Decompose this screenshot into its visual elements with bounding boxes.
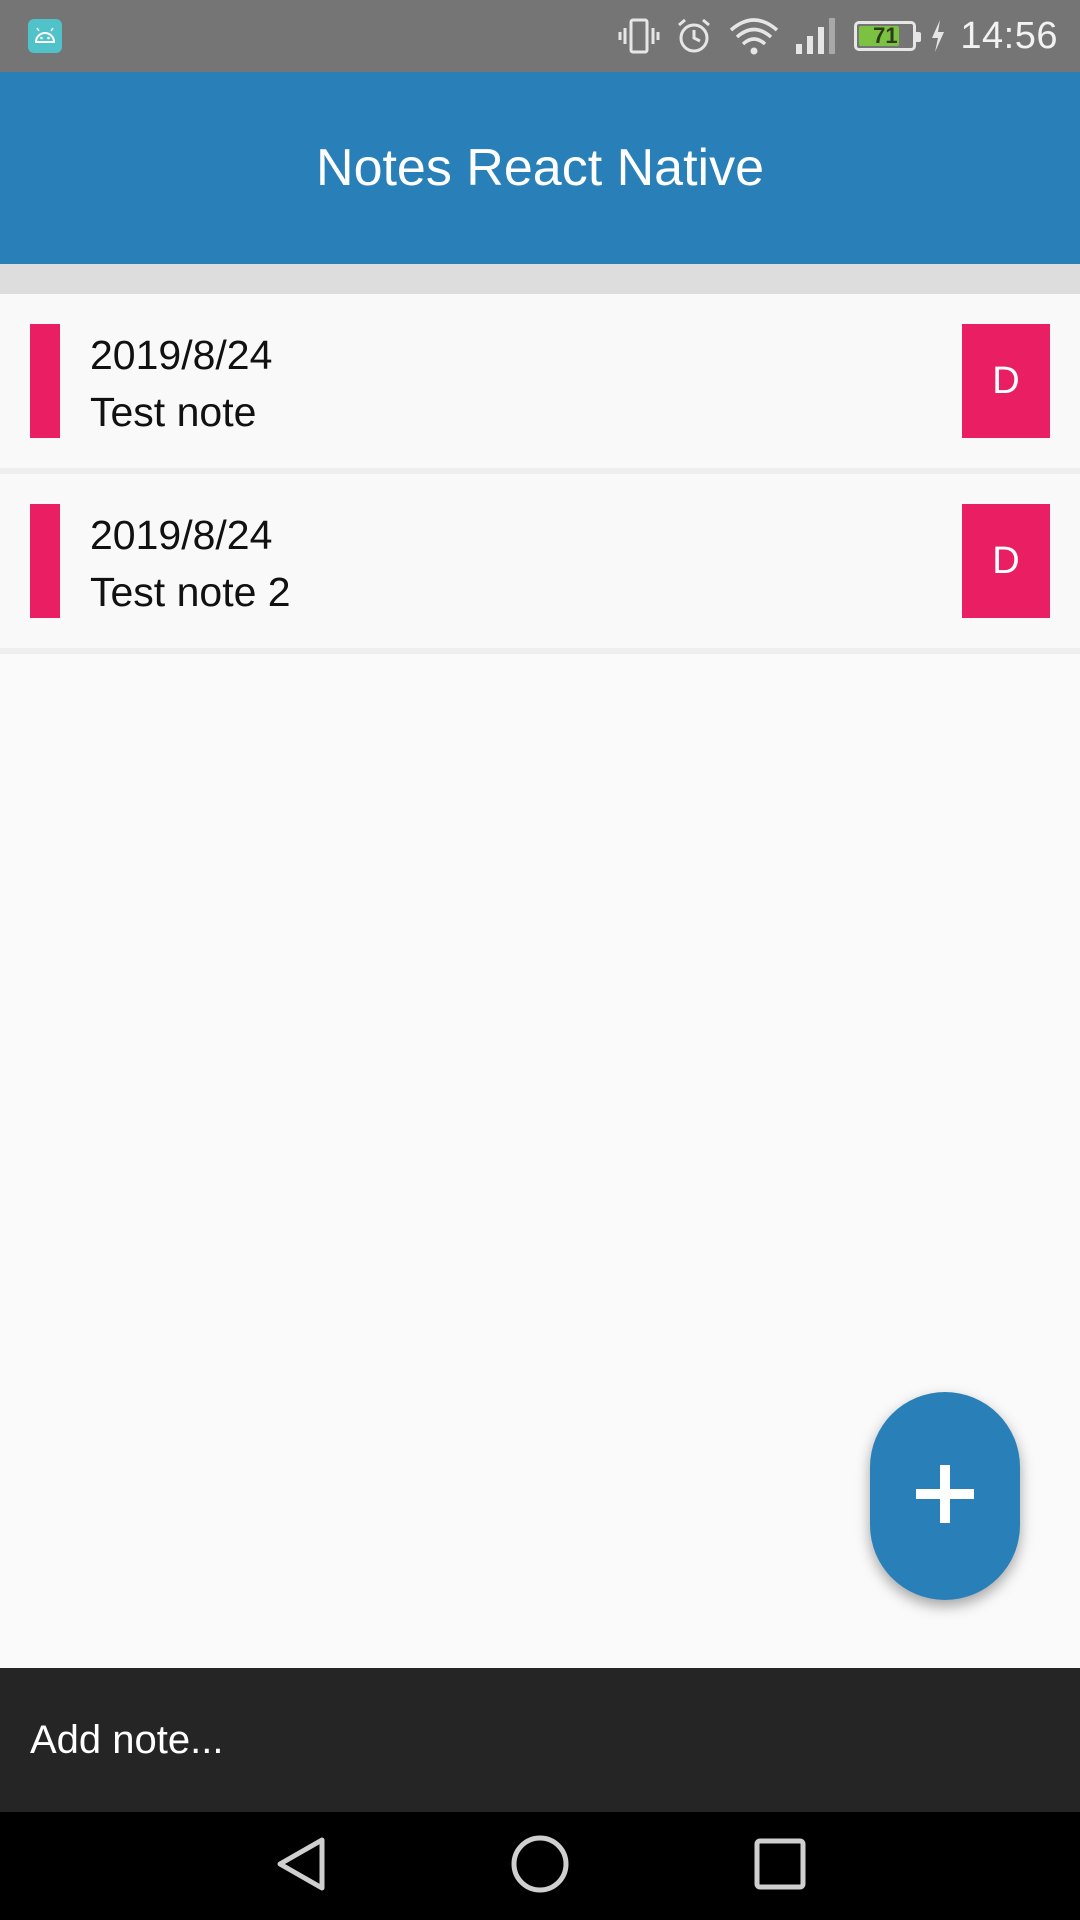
note-date: 2019/8/24 bbox=[90, 512, 273, 558]
recents-square-icon bbox=[752, 1836, 808, 1897]
app-screen: 71 14:56 Notes React Native 2019/8/24 Te… bbox=[0, 0, 1080, 1920]
delete-note-button[interactable]: D bbox=[962, 504, 1050, 618]
status-bar: 71 14:56 bbox=[0, 0, 1080, 72]
note-item[interactable]: 2019/8/24 Test note D bbox=[0, 294, 1080, 474]
note-text: Test note 2 bbox=[90, 569, 291, 615]
alarm-icon bbox=[674, 16, 714, 56]
battery-level: 71 bbox=[873, 23, 898, 48]
signal-icon bbox=[794, 16, 840, 56]
charging-icon bbox=[930, 20, 946, 52]
plus-icon bbox=[912, 1461, 978, 1532]
note-item[interactable]: 2019/8/24 Test note 2 D bbox=[0, 474, 1080, 654]
note-date: 2019/8/24 bbox=[90, 332, 273, 378]
header-divider bbox=[0, 264, 1080, 294]
add-note-button[interactable] bbox=[870, 1392, 1020, 1600]
android-icon bbox=[28, 19, 62, 53]
recents-button[interactable] bbox=[750, 1836, 810, 1896]
note-input[interactable] bbox=[30, 1690, 1050, 1790]
note-list: 2019/8/24 Test note D 2019/8/24 Test not… bbox=[0, 294, 1080, 654]
delete-note-button[interactable]: D bbox=[962, 324, 1050, 438]
home-button[interactable] bbox=[510, 1834, 570, 1899]
note-text: Test note bbox=[90, 389, 257, 435]
note-input-bar bbox=[0, 1668, 1080, 1812]
battery-icon: 71 bbox=[854, 21, 922, 51]
note-color-bar bbox=[30, 504, 60, 618]
note-color-bar bbox=[30, 324, 60, 438]
home-circle-icon bbox=[510, 1834, 570, 1899]
vibrate-icon bbox=[618, 16, 660, 56]
status-time: 14:56 bbox=[960, 14, 1058, 57]
app-title: Notes React Native bbox=[316, 139, 764, 197]
back-button[interactable] bbox=[270, 1836, 330, 1896]
app-header: Notes React Native bbox=[0, 72, 1080, 264]
wifi-icon bbox=[728, 16, 780, 56]
back-triangle-icon bbox=[272, 1834, 328, 1899]
navigation-bar bbox=[0, 1812, 1080, 1920]
